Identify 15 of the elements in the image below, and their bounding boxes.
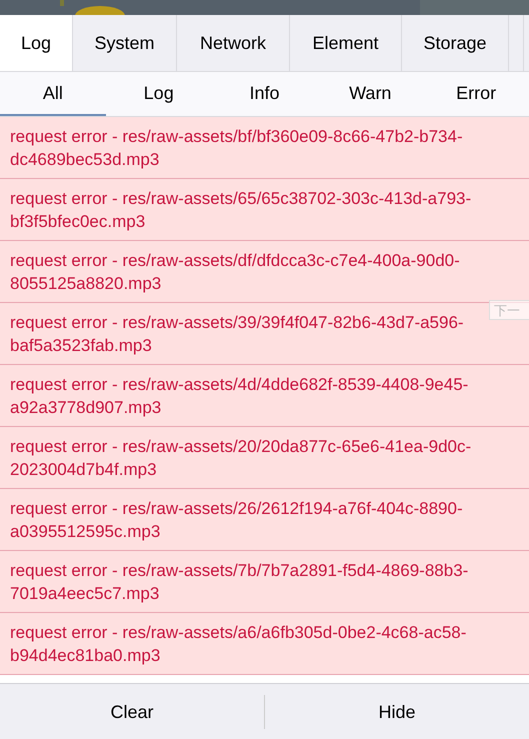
log-entry: request error - res/raw-assets/7b/7b7a2891-f5d4-4869-88b3-7019a4eec5c7.mp3 <box>0 551 529 613</box>
filter-tab[interactable]: Log <box>106 72 212 116</box>
log-entry: request error - res/raw-assets/20/20da877c-65e6-41ea-9d0c-2023004d7b4f.mp3 <box>0 427 529 489</box>
log-entry: request error - res/raw-assets/4d/4dde682f-8539-4408-9e45-a92a3778d907.mp3 <box>0 365 529 427</box>
filter-tab[interactable]: Error <box>423 72 529 116</box>
log-entry: request error - res/raw-assets/65/65c38702-303c-413d-a793-bf3f5bfec0ec.mp3 <box>0 179 529 241</box>
log-entry: request error - res/raw-assets/df/dfdcca3c-c7e4-400a-90d0-8055125a8820.mp3 <box>0 241 529 303</box>
filter-tab[interactable]: Info <box>212 72 318 116</box>
footer-button[interactable]: Clear <box>0 684 264 739</box>
log-entry: request error - res/raw-assets/a6/a6fb305d-0be2-4c68-ac58-b94d4ec81ba0.mp3 <box>0 613 529 675</box>
tab[interactable]: Log <box>0 15 73 71</box>
footer-button[interactable]: Hide <box>265 684 529 739</box>
log-entry: request error - res/raw-assets/bf/bf360e09-8c66-47b2-b734-dc4689bec53d.mp3 <box>0 117 529 179</box>
filter-tab[interactable]: Warn <box>317 72 424 116</box>
log-entry: request error - res/raw-assets/26/2612f194-a76f-404c-8890-a0395512595c.mp3 <box>0 489 529 551</box>
